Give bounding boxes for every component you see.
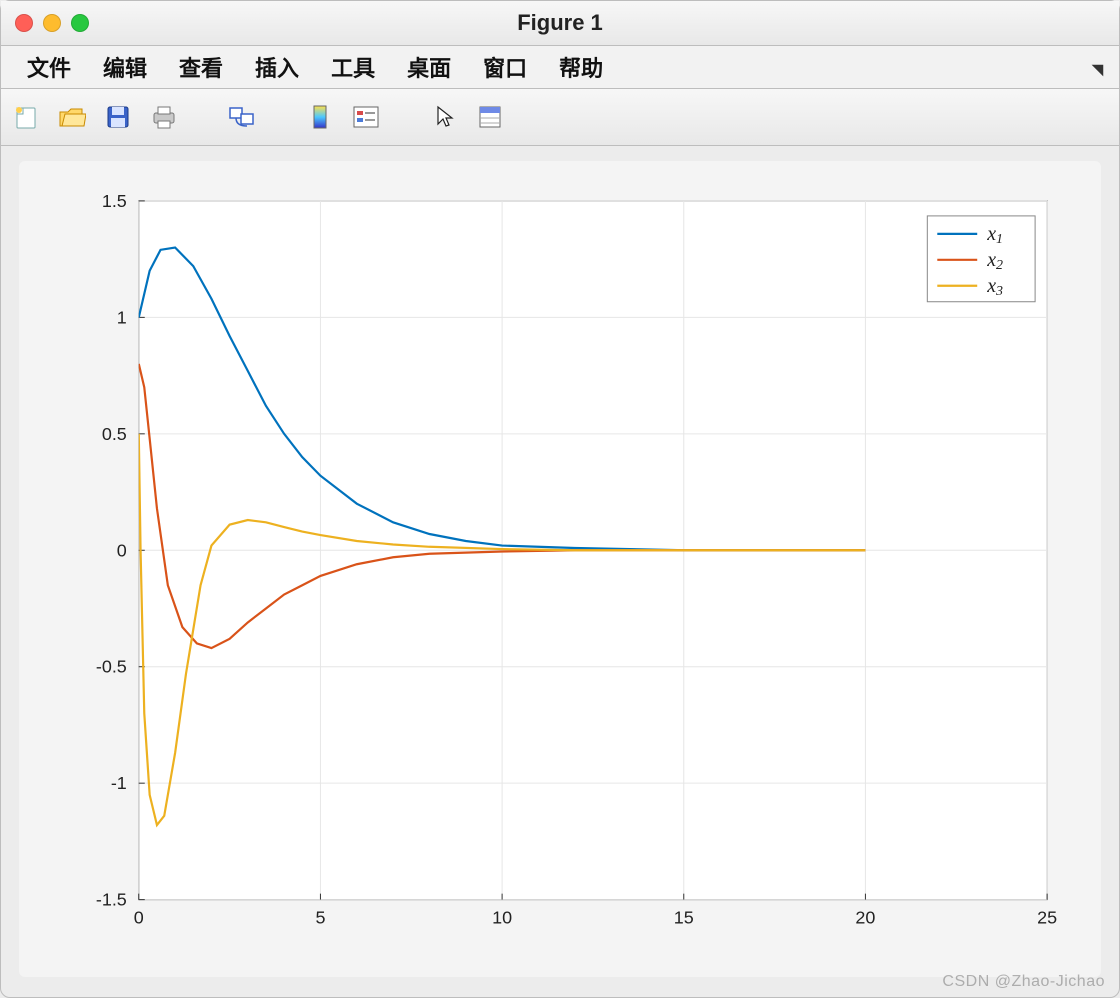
figure-window: Figure 1 文件 编辑 查看 插入 工具 桌面 窗口 帮助 ◥ [0, 0, 1120, 998]
menu-help[interactable]: 帮助 [543, 51, 619, 83]
svg-text:1.5: 1.5 [102, 191, 127, 211]
svg-text:-1.5: -1.5 [96, 890, 127, 910]
svg-text:-1: -1 [111, 773, 127, 793]
window-controls [15, 14, 89, 32]
minimize-window-button[interactable] [43, 14, 61, 32]
menu-insert[interactable]: 插入 [239, 51, 315, 83]
dock-icon[interactable]: ◥ [1092, 54, 1109, 80]
svg-text:20: 20 [855, 908, 875, 928]
menu-view[interactable]: 查看 [163, 51, 239, 83]
menu-window[interactable]: 窗口 [467, 51, 543, 83]
watermark: CSDN @Zhao-Jichao [942, 973, 1105, 991]
edit-plot-cursor-button[interactable] [429, 102, 459, 132]
link-axes-button[interactable] [227, 102, 257, 132]
svg-text:1: 1 [117, 307, 127, 327]
svg-text:25: 25 [1037, 908, 1057, 928]
close-window-button[interactable] [15, 14, 33, 32]
axes[interactable]: 0 5 10 15 20 25 -1.5 -1 -0.5 0 0.5 1 1.5 x1 x2 x3 [19, 161, 1101, 977]
property-inspector-button[interactable] [475, 102, 505, 132]
window-title: Figure 1 [1, 10, 1119, 36]
legend-button[interactable] [351, 102, 381, 132]
zoom-window-button[interactable] [71, 14, 89, 32]
new-figure-button[interactable] [11, 102, 41, 132]
svg-text:15: 15 [674, 908, 694, 928]
svg-text:-0.5: -0.5 [96, 657, 127, 677]
titlebar: Figure 1 [1, 1, 1119, 46]
menu-desktop[interactable]: 桌面 [391, 51, 467, 83]
svg-text:5: 5 [315, 908, 325, 928]
svg-text:0: 0 [134, 908, 144, 928]
legend[interactable]: x1 x2 x3 [927, 216, 1035, 302]
colorbar-button[interactable] [305, 102, 335, 132]
plot-area: 0 5 10 15 20 25 -1.5 -1 -0.5 0 0.5 1 1.5 x1 x2 x3 [19, 161, 1101, 977]
save-button[interactable] [103, 102, 133, 132]
svg-text:0: 0 [117, 540, 127, 560]
svg-text:10: 10 [492, 908, 512, 928]
menu-edit[interactable]: 编辑 [87, 51, 163, 83]
menu-file[interactable]: 文件 [11, 51, 87, 83]
print-button[interactable] [149, 102, 179, 132]
menubar: 文件 编辑 查看 插入 工具 桌面 窗口 帮助 ◥ [1, 46, 1119, 89]
svg-text:0.5: 0.5 [102, 424, 127, 444]
toolbar [1, 89, 1119, 146]
menu-tools[interactable]: 工具 [315, 51, 391, 83]
open-file-button[interactable] [57, 102, 87, 132]
